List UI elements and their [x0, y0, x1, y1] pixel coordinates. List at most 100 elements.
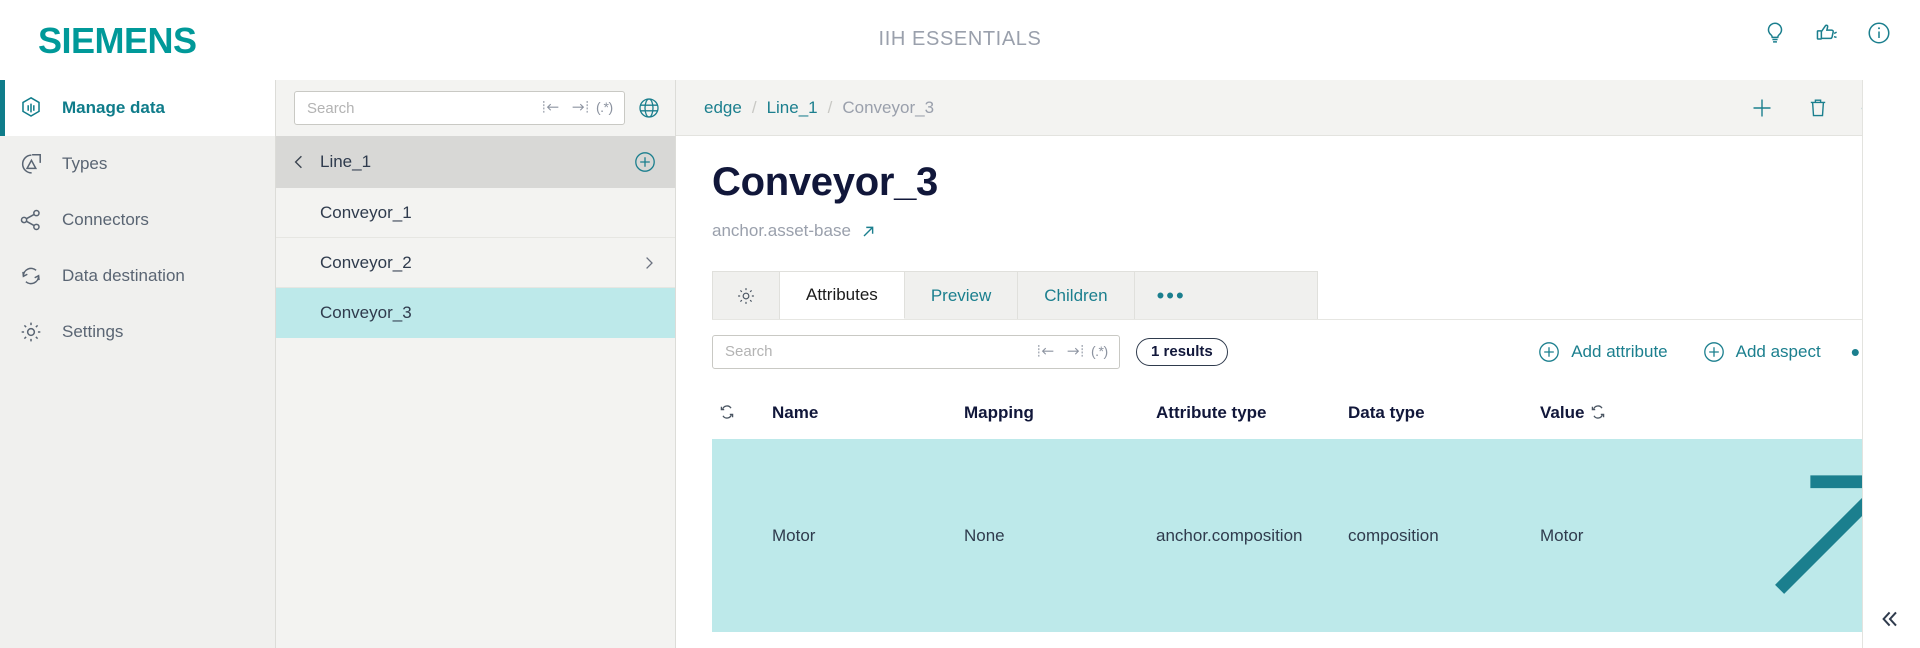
- collapse-panel-button[interactable]: [1872, 604, 1906, 638]
- tab-preview[interactable]: Preview: [905, 272, 1019, 319]
- sidebar-item-label: Types: [62, 154, 108, 173]
- top-header: SIEMENS IIH ESSENTIALS: [0, 0, 1920, 80]
- manage-data-icon: [18, 95, 44, 121]
- column-header-mapping[interactable]: Mapping: [950, 387, 1142, 439]
- breadcrumb-separator: /: [751, 97, 757, 117]
- breadcrumb-separator: /: [827, 97, 833, 117]
- row-select-cell[interactable]: [712, 439, 758, 632]
- right-rail: [1862, 80, 1920, 648]
- data-destination-icon: [18, 263, 44, 289]
- sidebar-item-label: Manage data: [62, 98, 165, 117]
- tree-search-row: (.*): [276, 80, 675, 136]
- column-header-name[interactable]: Name: [758, 387, 950, 439]
- cell-name: Motor: [772, 525, 816, 545]
- chevron-left-icon[interactable]: [290, 153, 308, 171]
- tab-attributes[interactable]: Attributes: [780, 272, 905, 319]
- cell-value: Motor: [1540, 525, 1584, 545]
- sidebar-item-manage-data[interactable]: Manage data: [0, 80, 275, 136]
- settings-gear-icon: [18, 319, 44, 345]
- column-header-data-type[interactable]: Data type: [1334, 387, 1526, 439]
- tree-node-conveyor-3[interactable]: Conveyor_3: [276, 288, 675, 338]
- tab-more-options[interactable]: •••: [1135, 272, 1208, 319]
- tree-node-label: Conveyor_3: [320, 302, 412, 322]
- detail-subtitle: anchor.asset-base: [712, 221, 851, 240]
- sidebar-item-label: Connectors: [62, 210, 149, 229]
- tree-node-label: Conveyor_2: [320, 252, 412, 272]
- regex-icon[interactable]: (.*): [1091, 343, 1111, 361]
- attributes-toolbar: (.*) 1 results Add attribute: [712, 319, 1920, 383]
- attributes-table: Name Mapping Attribute type Data type Va…: [712, 387, 1908, 632]
- plus-circle-icon: [1537, 340, 1561, 364]
- starts-with-icon[interactable]: [542, 99, 562, 117]
- double-chevron-left-icon: [1875, 605, 1903, 638]
- add-attribute-button[interactable]: Add attribute: [1537, 340, 1668, 364]
- plus-circle-icon: [1702, 340, 1726, 364]
- chevron-right-icon[interactable]: [641, 255, 657, 271]
- attributes-search-box[interactable]: (.*): [712, 334, 1120, 369]
- column-header-value[interactable]: Value: [1526, 387, 1706, 439]
- info-icon[interactable]: [1866, 20, 1892, 46]
- tree-search-filters: (.*): [542, 99, 616, 117]
- ends-with-icon[interactable]: [1064, 343, 1084, 361]
- attributes-search-input[interactable]: [725, 343, 1037, 360]
- app-root: SIEMENS IIH ESSENTIALS Manage data Types…: [0, 0, 1920, 648]
- connectors-icon: [18, 207, 44, 233]
- sidebar: Manage data Types Connectors Data destin…: [0, 80, 276, 648]
- tree-node-conveyor-1[interactable]: Conveyor_1: [276, 188, 675, 238]
- gear-icon: [735, 285, 757, 307]
- breadcrumb-item-current: Conveyor_3: [842, 97, 935, 117]
- tree-parent-row[interactable]: Line_1: [276, 136, 675, 188]
- ends-with-icon[interactable]: [569, 99, 589, 117]
- table-header-row: Name Mapping Attribute type Data type Va…: [712, 387, 1908, 439]
- detail-body: Conveyor_3 anchor.asset-base Attributes …: [676, 136, 1920, 648]
- cell-mapping: None: [964, 525, 1005, 545]
- sidebar-item-label: Settings: [62, 322, 124, 341]
- tree-parent-label: Line_1: [320, 152, 372, 171]
- starts-with-icon[interactable]: [1037, 343, 1057, 361]
- globe-icon[interactable]: [637, 96, 661, 120]
- breadcrumb-item-line-1[interactable]: Line_1: [767, 98, 818, 118]
- regex-icon[interactable]: (.*): [596, 99, 616, 117]
- feedback-icon[interactable]: [1814, 20, 1840, 46]
- cell-attribute-type: anchor.composition: [1156, 525, 1303, 545]
- app-title: IIH ESSENTIALS: [878, 28, 1042, 50]
- column-header-attribute-type[interactable]: Attribute type: [1142, 387, 1334, 439]
- sidebar-item-types[interactable]: Types: [0, 136, 275, 192]
- cell-data-type: composition: [1348, 525, 1439, 545]
- table-row[interactable]: Motor None anchor.composition compositio…: [712, 439, 1908, 632]
- sidebar-item-data-destination[interactable]: Data destination: [0, 248, 275, 304]
- results-badge: 1 results: [1136, 337, 1228, 366]
- sort-icon[interactable]: [1589, 403, 1607, 421]
- tree-search-input[interactable]: [307, 99, 542, 117]
- main-content: edge / Line_1 / Conveyor_3 Conveyor_3 an…: [676, 80, 1920, 648]
- breadcrumb-item-edge[interactable]: edge: [704, 98, 742, 118]
- types-icon: [18, 151, 44, 177]
- tab-children[interactable]: Children: [1018, 272, 1135, 319]
- add-attribute-label: Add attribute: [1571, 341, 1668, 361]
- detail-tabs: Attributes Preview Children •••: [712, 271, 1318, 319]
- tree-node-label: Conveyor_1: [320, 202, 412, 222]
- breadcrumb: edge / Line_1 / Conveyor_3: [704, 98, 1749, 118]
- tree-search-box[interactable]: (.*): [294, 91, 625, 125]
- table-sort-toggle[interactable]: [712, 387, 758, 439]
- add-aspect-label: Add aspect: [1735, 341, 1821, 361]
- plus-circle-icon[interactable]: [633, 150, 657, 174]
- page-title: Conveyor_3: [712, 160, 938, 204]
- column-header-value-label: Value: [1540, 403, 1585, 422]
- add-icon[interactable]: [1749, 95, 1775, 121]
- tab-settings[interactable]: [713, 272, 780, 319]
- sidebar-item-connectors[interactable]: Connectors: [0, 192, 275, 248]
- tree-node-conveyor-2[interactable]: Conveyor_2: [276, 238, 675, 288]
- sidebar-item-label: Data destination: [62, 266, 185, 285]
- add-aspect-button[interactable]: Add aspect: [1702, 340, 1821, 364]
- delete-icon[interactable]: [1805, 95, 1831, 121]
- header-icon-group: [1762, 20, 1892, 46]
- detail-subtitle-row: anchor.asset-base: [712, 221, 1920, 241]
- tree-panel: (.*) Line_1: [276, 80, 676, 648]
- sidebar-item-settings[interactable]: Settings: [0, 304, 275, 360]
- attributes-search-filters: (.*): [1037, 343, 1111, 361]
- sort-icon[interactable]: [718, 403, 736, 421]
- breadcrumb-bar: edge / Line_1 / Conveyor_3: [676, 80, 1920, 136]
- external-link-icon[interactable]: [861, 224, 876, 239]
- lightbulb-icon[interactable]: [1762, 20, 1788, 46]
